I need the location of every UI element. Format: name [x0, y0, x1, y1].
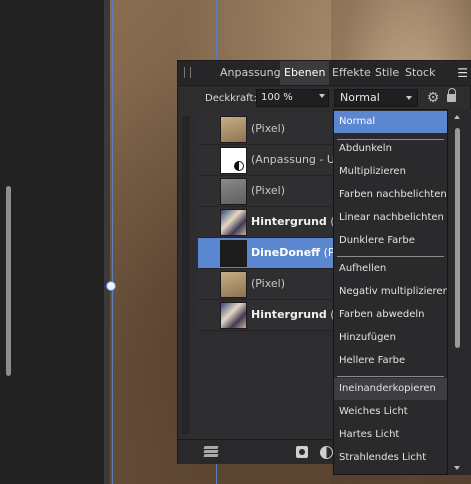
layer-name: (Pixel) — [251, 122, 286, 135]
adjustment-icon — [234, 161, 244, 171]
tab-anpassung[interactable]: Anpassung — [220, 61, 281, 85]
menu-separator — [337, 256, 444, 257]
layer-name: Hintergrund (P — [251, 215, 341, 228]
layers-scrollbar[interactable] — [182, 116, 190, 434]
layer-thumbnail — [220, 271, 247, 298]
layer-thumbnail — [220, 116, 247, 143]
layer-thumbnail — [220, 240, 247, 267]
blend-mode-select[interactable]: Normal — [334, 89, 418, 107]
blend-option-ineinanderkopieren[interactable]: Ineinanderkopieren — [334, 378, 447, 400]
tab-ebenen[interactable]: Ebenen — [280, 61, 330, 85]
layer-thumbnail — [220, 302, 247, 329]
blend-option-weiches-licht[interactable]: Weiches Licht — [334, 401, 447, 423]
layer-thumbnail — [220, 178, 247, 205]
left-pasteboard — [0, 0, 105, 484]
panel-tab-bar: Anpassung Ebenen Effekte Stile Stock ☰ — [178, 61, 471, 86]
blend-option-strahlendes-licht[interactable]: Strahlendes Licht — [334, 447, 447, 469]
blend-mode-value: Normal — [340, 91, 380, 104]
blend-option-hartes-licht[interactable]: Hartes Licht — [334, 424, 447, 446]
panel-menu-icon[interactable]: ☰ — [457, 61, 468, 85]
lock-icon[interactable] — [447, 88, 456, 102]
scroll-up-icon[interactable] — [454, 115, 460, 119]
blend-option-hinzufuegen[interactable]: Hinzufügen — [334, 327, 447, 349]
opacity-value: 100 % — [261, 92, 293, 103]
chevron-down-icon[interactable] — [406, 96, 412, 100]
transform-handle[interactable] — [106, 281, 116, 291]
blend-option-linear-nachbelichten[interactable]: Linear nachbelichten — [334, 207, 447, 229]
panel-grip-icon[interactable] — [184, 67, 191, 78]
dropdown-scroll-thumb[interactable] — [455, 128, 460, 348]
tab-effekte[interactable]: Effekte — [332, 61, 371, 85]
blend-option-negativ-multiplizieren[interactable]: Negativ multiplizieren — [334, 281, 447, 303]
layers-scroll-thumb[interactable] — [6, 186, 11, 376]
gear-icon[interactable]: ⚙ — [425, 90, 441, 106]
blend-mode-dropdown: Normal Abdunkeln Multiplizieren Farben n… — [333, 109, 448, 475]
tab-stile[interactable]: Stile — [375, 61, 399, 85]
blend-option-multiplizieren[interactable]: Multiplizieren — [334, 161, 447, 183]
mask-icon[interactable] — [296, 446, 308, 458]
layer-name: Hintergrund (P — [251, 308, 341, 321]
opacity-label: Deckkraft: — [205, 93, 257, 104]
blend-option-normal[interactable]: Normal — [334, 111, 447, 133]
blend-option-farben-abwedeln[interactable]: Farben abwedeln — [334, 304, 447, 326]
layer-name: DineDoneff (P — [251, 246, 335, 259]
adjustment-icon[interactable] — [320, 446, 333, 459]
scroll-down-icon[interactable] — [454, 466, 460, 470]
blend-option-hellere-farbe[interactable]: Hellere Farbe — [334, 350, 447, 372]
layer-name: (Anpassung - U — [251, 153, 335, 166]
blend-option-farben-nachbelichten[interactable]: Farben nachbelichten — [334, 184, 447, 206]
layer-name: (Pixel) — [251, 184, 286, 197]
blend-option-abdunkeln[interactable]: Abdunkeln — [334, 138, 447, 160]
blend-option-dunklere-farbe[interactable]: Dunklere Farbe — [334, 230, 447, 252]
tab-stock[interactable]: Stock — [405, 61, 435, 85]
opacity-field[interactable]: 100 % — [256, 89, 329, 107]
blend-option-aufhellen[interactable]: Aufhellen — [334, 258, 447, 280]
layers-stack-icon[interactable] — [203, 446, 219, 458]
menu-separator — [337, 376, 444, 377]
layer-thumbnail — [220, 147, 247, 174]
layer-thumbnail — [220, 209, 247, 236]
chevron-down-icon[interactable] — [319, 94, 325, 98]
layer-name: (Pixel) — [251, 277, 286, 290]
guide-line-left[interactable] — [112, 0, 113, 484]
